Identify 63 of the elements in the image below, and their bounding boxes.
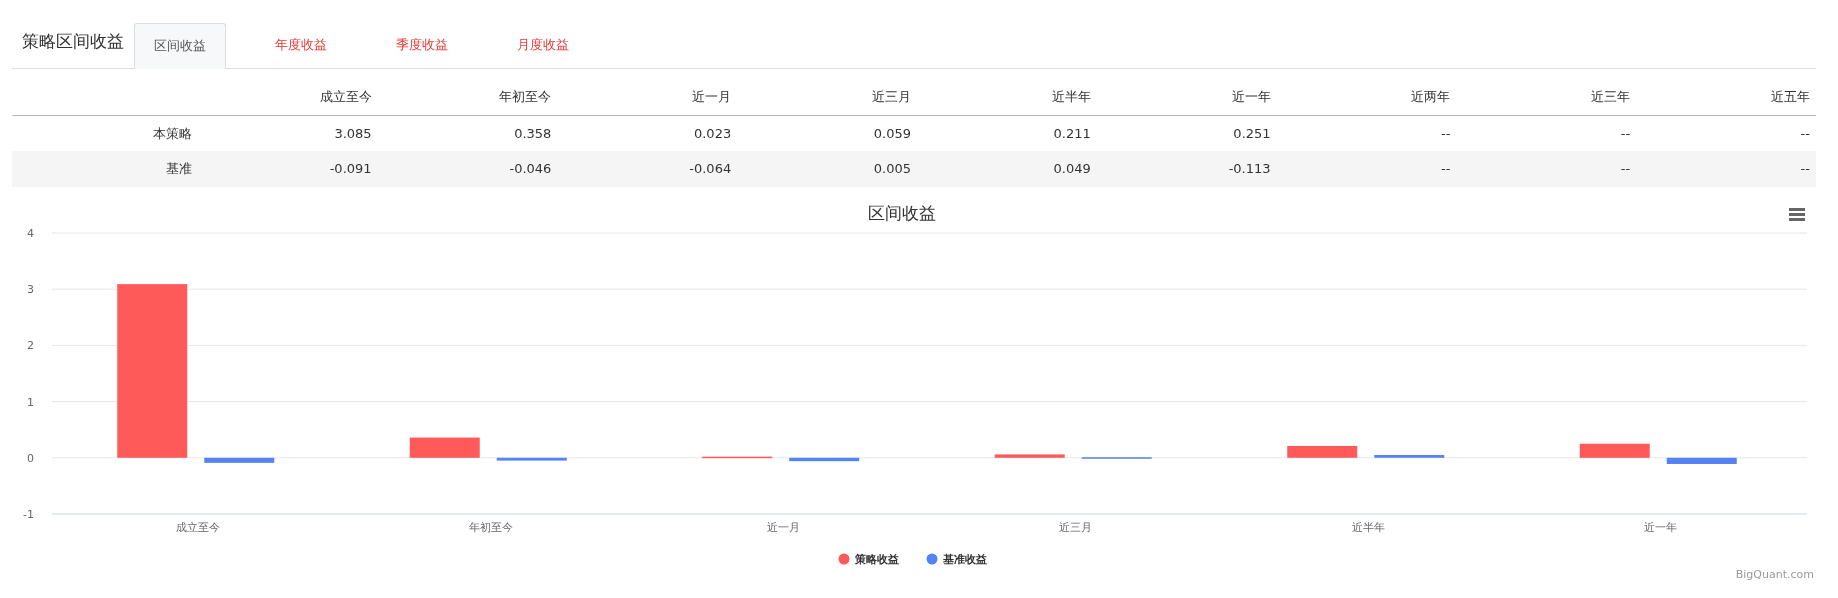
column-header: 近三年 — [1456, 79, 1637, 115]
axis-label: 3 — [27, 282, 34, 296]
table-cell: 0.005 — [737, 151, 917, 187]
column-header: 近三月 — [737, 79, 917, 115]
column-header: 近五年 — [1636, 79, 1816, 115]
axis-label: 1 — [27, 395, 34, 409]
axis-label: 成立至今 — [176, 520, 221, 534]
tab[interactable]: 月度收益 — [497, 21, 589, 68]
table-cell: -0.113 — [1096, 151, 1277, 187]
credit-text: BigQuant.com — [1735, 567, 1814, 581]
column-header: 近两年 — [1276, 79, 1457, 115]
bar — [496, 457, 567, 461]
row-label: 基准 — [12, 151, 198, 187]
tab[interactable]: 季度收益 — [376, 21, 468, 68]
axis-label: 2 — [27, 338, 34, 352]
table-cell: -- — [1276, 151, 1457, 187]
table-cell: 0.358 — [377, 115, 558, 151]
table-cell: 0.059 — [737, 115, 917, 151]
legend-item[interactable]: 基准收益 — [926, 552, 987, 566]
bar — [409, 437, 480, 458]
column-header: 近一月 — [557, 79, 738, 115]
bar — [994, 453, 1065, 458]
legend-label: 基准收益 — [942, 552, 987, 566]
bar — [1081, 456, 1152, 459]
axis-label: 4 — [27, 226, 34, 240]
row-label: 本策略 — [12, 115, 198, 151]
bar — [1579, 443, 1650, 458]
bar — [1666, 457, 1737, 464]
legend-item[interactable]: 策略收益 — [838, 552, 899, 566]
column-header: 近一年 — [1096, 79, 1277, 115]
axis-label: 近一年 — [1644, 520, 1678, 534]
tab[interactable]: 年度收益 — [255, 21, 347, 68]
table-cell: 3.085 — [197, 115, 378, 151]
axis-label: 年初至今 — [468, 520, 513, 534]
legend-label: 策略收益 — [854, 552, 899, 566]
axis-label: 近三月 — [1059, 520, 1093, 534]
table-cell: -- — [1456, 151, 1637, 187]
table-cell: 0.251 — [1096, 115, 1277, 151]
chart-title: 区间收益 — [868, 202, 936, 223]
axis-label: 近半年 — [1351, 520, 1385, 534]
table-cell: -- — [1276, 115, 1457, 151]
table-cell: 0.211 — [917, 115, 1097, 151]
menu-icon[interactable] — [1789, 207, 1805, 221]
table-cell: -- — [1636, 115, 1816, 151]
table-cell: -0.091 — [197, 151, 378, 187]
bar — [204, 457, 275, 463]
table-cell: 0.049 — [917, 151, 1097, 187]
axis-label: -1 — [23, 507, 34, 521]
table-cell: -- — [1636, 151, 1816, 187]
table-cell: -0.046 — [377, 151, 558, 187]
tab[interactable]: 区间收益 — [134, 22, 226, 69]
bar — [789, 457, 860, 461]
column-header: 近半年 — [917, 79, 1097, 115]
bar — [1374, 454, 1445, 458]
table-cell: -0.064 — [557, 151, 738, 187]
axis-label: 近一月 — [766, 520, 800, 534]
section-title: 策略区间收益 — [21, 29, 125, 53]
bar — [1287, 445, 1358, 458]
column-header: 年初至今 — [377, 79, 558, 115]
table-cell: 0.023 — [557, 115, 738, 151]
column-header: 成立至今 — [197, 79, 378, 115]
axis-label: 0 — [27, 451, 34, 465]
table-cell: -- — [1456, 115, 1637, 151]
